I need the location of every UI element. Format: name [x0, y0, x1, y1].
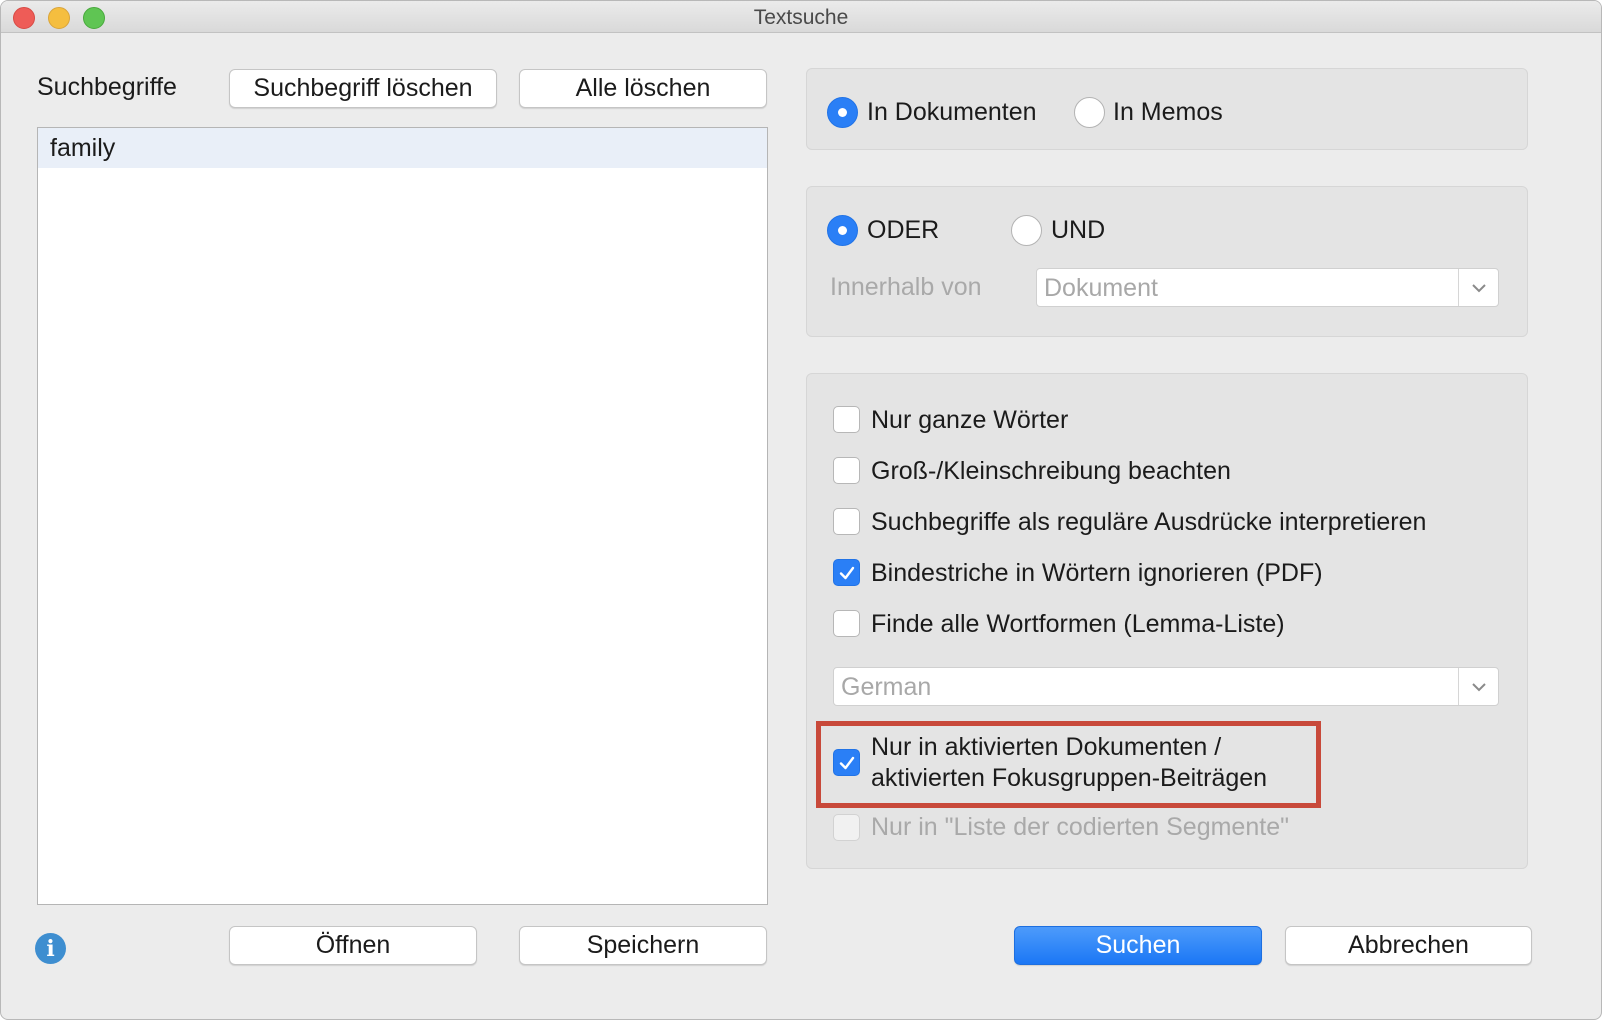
and-radio[interactable]: [1011, 215, 1042, 246]
activated-documents-label-line1[interactable]: Nur in aktivierten Dokumenten /: [871, 733, 1221, 762]
in-memos-label[interactable]: In Memos: [1113, 98, 1223, 127]
save-button[interactable]: Speichern: [519, 926, 767, 965]
coded-segments-checkbox[interactable]: [833, 814, 860, 841]
delete-term-button[interactable]: Suchbegriff löschen: [229, 69, 497, 108]
within-label: Innerhalb von: [830, 273, 982, 301]
ignore-hyphens-checkbox[interactable]: [833, 559, 860, 586]
search-terms-label: Suchbegriffe: [37, 73, 177, 101]
or-label[interactable]: ODER: [867, 216, 939, 245]
checkmark-icon: [839, 566, 854, 579]
lemma-checkbox[interactable]: [833, 610, 860, 637]
whole-words-checkbox[interactable]: [833, 406, 860, 433]
coded-segments-label: Nur in "Liste der codierten Segmente": [871, 813, 1289, 841]
lemma-label[interactable]: Finde alle Wortformen (Lemma-Liste): [871, 610, 1285, 639]
language-select[interactable]: German: [833, 667, 1499, 706]
chevron-down-icon: [1458, 269, 1498, 306]
search-terms-list[interactable]: family: [37, 127, 768, 905]
in-documents-radio[interactable]: [827, 97, 858, 128]
info-icon[interactable]: i: [35, 933, 66, 964]
regex-label[interactable]: Suchbegriffe als reguläre Ausdrücke inte…: [871, 508, 1426, 537]
in-memos-radio[interactable]: [1074, 97, 1105, 128]
list-item[interactable]: family: [38, 128, 767, 168]
title-bar: Textsuche: [1, 1, 1601, 33]
whole-words-label[interactable]: Nur ganze Wörter: [871, 406, 1068, 435]
or-radio[interactable]: [827, 215, 858, 246]
checkmark-icon: [839, 756, 854, 769]
case-sensitive-label[interactable]: Groß-/Kleinschreibung beachten: [871, 457, 1231, 486]
and-label[interactable]: UND: [1051, 216, 1105, 245]
search-button[interactable]: Suchen: [1014, 926, 1262, 965]
delete-all-button[interactable]: Alle löschen: [519, 69, 767, 108]
language-select-value: German: [841, 673, 932, 701]
case-sensitive-checkbox[interactable]: [833, 457, 860, 484]
open-button[interactable]: Öffnen: [229, 926, 477, 965]
ignore-hyphens-label[interactable]: Bindestriche in Wörtern ignorieren (PDF): [871, 559, 1323, 588]
within-select[interactable]: Dokument: [1036, 268, 1499, 307]
chevron-down-icon: [1458, 668, 1498, 705]
activated-documents-checkbox[interactable]: [833, 749, 860, 776]
window-title: Textsuche: [753, 6, 849, 29]
regex-checkbox[interactable]: [833, 508, 860, 535]
within-select-value: Dokument: [1044, 274, 1158, 302]
activated-documents-label-line2[interactable]: aktivierten Fokusgruppen-Beiträgen: [871, 764, 1267, 793]
cancel-button[interactable]: Abbrechen: [1285, 926, 1532, 965]
logic-panel: [806, 186, 1528, 337]
in-documents-label[interactable]: In Dokumenten: [867, 98, 1037, 127]
text-search-dialog: Textsuche Suchbegriffe Suchbegriff lösch…: [0, 0, 1602, 1020]
